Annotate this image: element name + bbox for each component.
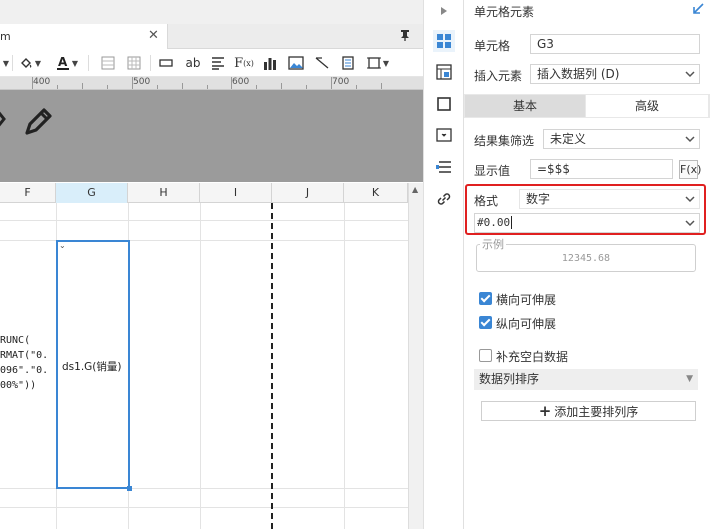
display-value-field[interactable]: =$$$ xyxy=(530,159,673,179)
slash-icon[interactable] xyxy=(312,53,332,73)
ruler-label: 500 xyxy=(133,77,151,87)
ruler-label: 600 xyxy=(232,77,250,87)
insert-row-icon[interactable] xyxy=(156,53,176,73)
panel-title: 单元格元素 xyxy=(474,5,535,19)
filter-label: 结果集筛选 xyxy=(474,134,535,148)
widget-icon[interactable] xyxy=(433,124,455,146)
property-tabs: 基本 高级 xyxy=(464,94,710,118)
spreadsheet-grid[interactable]: F G H I J K RUNC( RMAT("0. 096"."0. 00%"… xyxy=(0,183,423,529)
column-header-f[interactable]: F xyxy=(0,183,56,203)
scroll-up-icon[interactable]: ▲ xyxy=(412,185,418,194)
image-icon[interactable] xyxy=(286,53,306,73)
tab-basic[interactable]: 基本 xyxy=(465,95,585,117)
cell-g3-text: ds1.G(销量) xyxy=(62,361,122,373)
plus-icon: + xyxy=(538,402,552,420)
formula-button[interactable]: F(x) xyxy=(679,160,701,179)
report-tab-label: m xyxy=(0,30,11,43)
tab-strip xyxy=(0,0,423,24)
chevron-down-icon: ▼ xyxy=(686,374,693,384)
cell-element-icon[interactable] xyxy=(433,30,455,52)
tab-advanced[interactable]: 高级 xyxy=(586,95,708,117)
toolbar-divider xyxy=(12,55,13,71)
expand-arrow-icon[interactable] xyxy=(433,0,455,22)
vertical-scrollbar[interactable]: ▲ xyxy=(408,183,423,529)
column-header-i[interactable]: I xyxy=(200,183,272,203)
cell-label: 单元格 xyxy=(474,39,511,53)
cell-style-icon[interactable] xyxy=(433,61,455,83)
toolbar-divider xyxy=(88,55,89,71)
v-extend-label[interactable]: 纵向可伸展 xyxy=(496,315,556,332)
filter-value: 未定义 xyxy=(550,132,587,146)
fill-color-icon[interactable]: ▼ xyxy=(16,53,44,73)
page-break-line xyxy=(271,203,273,529)
column-header-k[interactable]: K xyxy=(344,183,408,203)
cell-marker: ⌄ xyxy=(59,241,66,250)
column-header-h[interactable]: H xyxy=(128,183,200,203)
filter-select[interactable]: 未定义 xyxy=(543,129,700,149)
column-header-g[interactable]: G xyxy=(56,183,128,203)
ruler: 400 500 600 700 xyxy=(0,77,423,90)
svg-text:A: A xyxy=(58,55,68,69)
chevron-down-icon xyxy=(685,65,695,90)
fill-blank-label[interactable]: 补充空白数据 xyxy=(496,348,568,365)
dropdown-arrow-icon[interactable]: ▼ xyxy=(0,53,10,73)
cell-field[interactable]: G3 xyxy=(530,34,700,54)
link-icon[interactable] xyxy=(433,188,455,210)
grid-line xyxy=(200,203,201,529)
add-sort-button[interactable]: + 添加主要排列序 xyxy=(481,401,696,421)
frame-icon[interactable]: ▼ xyxy=(364,53,392,73)
grid-line xyxy=(344,203,345,529)
insert-element-select[interactable]: 插入数据列 (D) xyxy=(530,64,700,84)
pencil-icon[interactable] xyxy=(22,106,54,138)
selected-cell-g3[interactable]: ⌄ ds1.G(销量) xyxy=(56,240,132,491)
border-icon[interactable] xyxy=(98,53,118,73)
cell-f3-formula[interactable]: RUNC( RMAT("0. 096"."0. 00%")) xyxy=(0,333,48,393)
column-header-row: F G H I J K xyxy=(0,183,408,203)
sort-label: 数据列排序 xyxy=(479,372,540,386)
h-extend-checkbox[interactable] xyxy=(479,292,492,305)
column-header-j[interactable]: J xyxy=(272,183,344,203)
toolbar-divider xyxy=(150,55,151,71)
report-tab[interactable]: m ✕ xyxy=(0,24,168,49)
format-highlight-box xyxy=(465,184,706,235)
canvas-toolbar-area xyxy=(0,90,423,182)
font-color-icon[interactable]: A ▼ xyxy=(53,53,81,73)
property-panel: 单元格元素 单元格 G3 插入元素 插入数据列 (D) 基本 高级 结果集筛选 … xyxy=(464,0,710,529)
partial-icon xyxy=(0,111,6,127)
grid-line xyxy=(0,220,408,221)
fill-handle[interactable] xyxy=(127,486,132,491)
example-label: 示例 xyxy=(480,236,506,252)
property-icon-strip xyxy=(423,0,464,529)
report-editor: m ✕ ▼ ▼ A ▼ ab F (x) ▼ 400 500 600 700 F… xyxy=(0,0,423,529)
insert-element-label: 插入元素 xyxy=(474,69,523,83)
ruler-label: 700 xyxy=(332,77,350,87)
toolbar: ▼ ▼ A ▼ ab F (x) ▼ xyxy=(0,49,423,77)
display-value-label: 显示值 xyxy=(474,164,511,178)
v-extend-checkbox[interactable] xyxy=(479,316,492,329)
chevron-down-icon xyxy=(685,130,695,155)
example-value: 12345.68 xyxy=(561,253,611,264)
pin-icon[interactable] xyxy=(399,29,411,44)
grid-line xyxy=(0,507,408,508)
collapse-arrow-icon[interactable] xyxy=(691,2,705,20)
align-icon[interactable] xyxy=(208,53,228,73)
ruler-label: 400 xyxy=(33,77,51,87)
chart-icon[interactable] xyxy=(260,53,280,73)
condition-attribute-icon[interactable] xyxy=(433,156,455,178)
sort-select[interactable]: 数据列排序 ▼ xyxy=(474,369,698,390)
table-icon[interactable] xyxy=(124,53,144,73)
insert-element-value: 插入数据列 (D) xyxy=(537,67,620,81)
frame-icon[interactable] xyxy=(433,93,455,115)
add-sort-label: 添加主要排列序 xyxy=(554,405,639,419)
sub-report-icon[interactable] xyxy=(338,53,358,73)
text-icon[interactable]: ab xyxy=(182,53,204,73)
h-extend-label[interactable]: 横向可伸展 xyxy=(496,291,556,308)
close-icon[interactable]: ✕ xyxy=(148,28,159,43)
fill-blank-checkbox[interactable] xyxy=(479,349,492,362)
tab-bar-empty xyxy=(168,24,423,49)
formula-icon[interactable]: F (x) xyxy=(233,53,255,73)
